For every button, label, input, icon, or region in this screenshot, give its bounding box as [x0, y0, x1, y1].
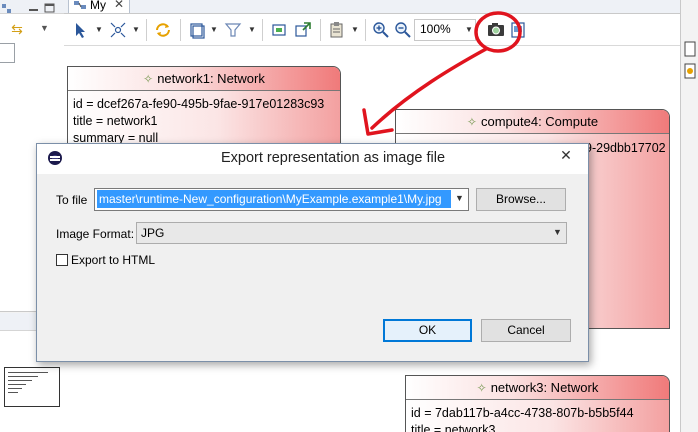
image-format-value: JPG [141, 226, 165, 240]
ok-button[interactable]: OK [383, 319, 472, 342]
node-attribute: title = network1 [73, 114, 158, 128]
clipboard-dropdown-icon[interactable]: ▼ [351, 25, 359, 34]
toolbar-separator [320, 19, 321, 41]
palette-icons[interactable] [684, 38, 696, 358]
node-title: compute4: Compute [480, 114, 599, 129]
toolbar-separator [365, 19, 366, 41]
page-dropdown-icon[interactable]: ▼ [210, 25, 218, 34]
node-body: id = dcef267a-fe90-495b-9fae-917e01283c9… [68, 91, 340, 151]
node-header: ✧ network1: Network [68, 67, 340, 91]
node-header: ✧ network3: Network [406, 376, 669, 400]
node-type-icon: ✧ [143, 72, 154, 86]
zoom-value: 100% [420, 22, 451, 36]
select-icon[interactable] [72, 21, 90, 39]
chevron-down-icon[interactable]: ▼ [455, 193, 464, 203]
outline-thumbnail[interactable] [4, 367, 60, 407]
chevron-down-icon[interactable]: ▼ [553, 227, 562, 237]
chevron-down-icon[interactable]: ▼ [465, 25, 473, 34]
sync-icon[interactable]: ⇆ [9, 21, 25, 37]
page-icon[interactable] [188, 21, 206, 39]
pin-icon[interactable] [294, 21, 312, 39]
chevron-down-icon[interactable]: ▼ [40, 23, 50, 33]
clipboard-icon[interactable] [328, 21, 346, 39]
toolbar-separator [262, 19, 263, 41]
editor-tab-label: My [90, 0, 106, 12]
filter-input[interactable] [0, 43, 15, 63]
dialog-title-text: Export representation as image file [220, 150, 446, 166]
close-icon[interactable]: ✕ [544, 144, 588, 166]
node-body: id = 7dab117b-a4cc-4738-807b-b5b5f44 tit… [406, 400, 669, 432]
export-html-label[interactable]: Export to HTML [71, 253, 155, 267]
diagram-icon [74, 1, 86, 9]
cancel-button[interactable]: Cancel [481, 319, 571, 342]
node-title: network3: Network [490, 380, 599, 395]
editor-tabbar [64, 0, 680, 14]
node-type-icon: ✧ [466, 115, 477, 129]
browse-button[interactable]: Browse... [476, 188, 566, 211]
filter-icon[interactable] [224, 21, 242, 39]
dialog-title: Export representation as image file [0, 150, 698, 166]
file-path-value[interactable]: master\runtime-New_configuration\MyExamp… [97, 190, 451, 208]
close-icon[interactable]: ✕ [114, 0, 124, 11]
node-header: ✧ compute4: Compute [396, 110, 669, 134]
select-dropdown-icon[interactable]: ▼ [95, 25, 103, 34]
node-attribute: id = 7dab117b-a4cc-4738-807b-b5b5f44 [411, 406, 634, 420]
to-file-label: To file [56, 193, 88, 207]
zoom-out-icon[interactable] [394, 21, 412, 39]
node-attribute: id = dcef267a-fe90-495b-9fae-917e01283c9… [73, 97, 325, 111]
layout-dropdown-icon[interactable]: ▼ [132, 25, 140, 34]
image-format-select[interactable] [136, 222, 567, 244]
toolbar-separator [146, 19, 147, 41]
node-type-icon: ✧ [476, 381, 487, 395]
network-node[interactable]: ✧ network1: Network id = dcef267a-fe90-49… [67, 66, 341, 152]
filter-dropdown-icon[interactable]: ▼ [248, 25, 256, 34]
node-attribute: title = network3 [411, 423, 496, 432]
minimize-icon[interactable] [28, 3, 40, 13]
image-format-label: Image Format: [56, 227, 135, 241]
export-icon[interactable] [510, 21, 526, 39]
zoom-in-icon[interactable] [372, 21, 390, 39]
export-html-checkbox[interactable] [56, 254, 68, 266]
refresh-icon[interactable] [154, 21, 172, 39]
node-title: network1: Network [157, 71, 265, 86]
maximize-icon[interactable] [44, 3, 56, 13]
outline-icon [2, 4, 11, 13]
camera-icon[interactable] [487, 21, 505, 39]
network-node[interactable]: ✧ network3: Network id = 7dab117b-a4cc-47… [405, 375, 670, 432]
snap-icon[interactable] [270, 21, 288, 39]
toolbar-separator [180, 19, 181, 41]
layout-icon[interactable] [109, 21, 127, 39]
